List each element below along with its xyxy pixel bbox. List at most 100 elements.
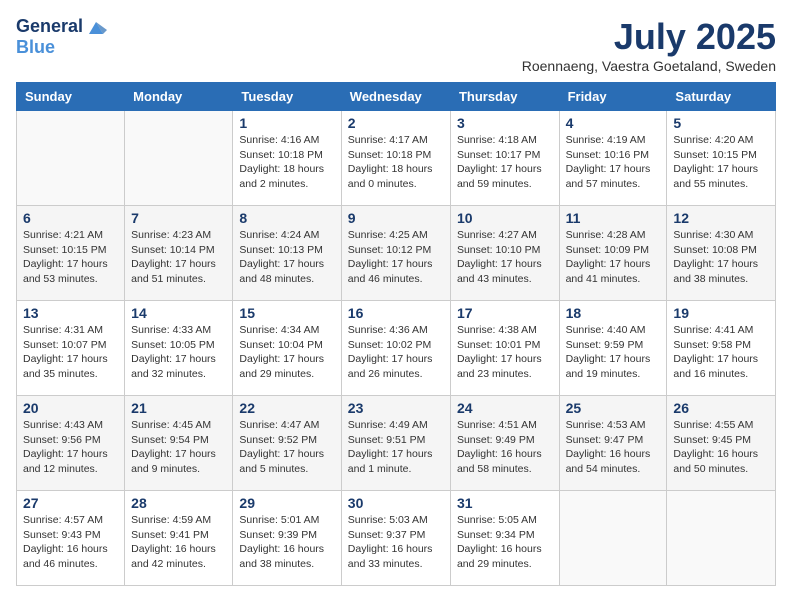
day-number: 16 bbox=[348, 305, 444, 321]
calendar-cell: 7Sunrise: 4:23 AMSunset: 10:14 PMDayligh… bbox=[125, 206, 233, 301]
calendar-cell: 14Sunrise: 4:33 AMSunset: 10:05 PMDaylig… bbox=[125, 301, 233, 396]
calendar-cell: 12 Sunrise: 4:30 AMSunset: 10:08 PMDaylig… bbox=[667, 206, 776, 301]
calendar-cell: 5Sunrise: 4:20 AMSunset: 10:15 PMDayligh… bbox=[667, 111, 776, 206]
day-info: Sunrise: 4:40 AMSunset: 9:59 PMDaylight:… bbox=[566, 323, 661, 382]
day-number: 14 bbox=[131, 305, 226, 321]
calendar-cell: 30 Sunrise: 5:03 AMSunset: 9:37 PMDayligh… bbox=[341, 491, 450, 586]
calendar-cell: 9 Sunrise: 4:25 AMSunset: 10:12 PMDayligh… bbox=[341, 206, 450, 301]
day-info: Sunrise: 4:19 AMSunset: 10:16 PMDaylight… bbox=[566, 133, 661, 192]
header-monday: Monday bbox=[125, 83, 233, 111]
calendar-cell: 28Sunrise: 4:59 AMSunset: 9:41 PMDayligh… bbox=[125, 491, 233, 586]
page-header: General Blue July 2025 Roennaeng, Vaestr… bbox=[16, 16, 776, 74]
day-info: Sunrise: 4:20 AMSunset: 10:15 PMDaylight… bbox=[673, 133, 769, 192]
logo-icon bbox=[85, 16, 107, 38]
day-info: Sunrise: 4:17 AMSunset: 10:18 PMDaylight… bbox=[348, 133, 444, 192]
calendar-week-1: 1Sunrise: 4:16 AMSunset: 10:18 PMDayligh… bbox=[17, 111, 776, 206]
day-info: Sunrise: 4:49 AMSunset: 9:51 PMDaylight:… bbox=[348, 418, 444, 477]
day-info: Sunrise: 4:47 AMSunset: 9:52 PMDaylight:… bbox=[239, 418, 334, 477]
calendar-header-row: SundayMondayTuesdayWednesdayThursdayFrid… bbox=[17, 83, 776, 111]
calendar-cell: 22Sunrise: 4:47 AMSunset: 9:52 PMDayligh… bbox=[233, 396, 341, 491]
day-info: Sunrise: 4:24 AMSunset: 10:13 PMDaylight… bbox=[239, 228, 334, 287]
calendar-week-5: 27 Sunrise: 4:57 AMSunset: 9:43 PMDayligh… bbox=[17, 491, 776, 586]
calendar-cell: 10Sunrise: 4:27 AMSunset: 10:10 PMDaylig… bbox=[450, 206, 559, 301]
calendar-cell: 21 Sunrise: 4:45 AMSunset: 9:54 PMDayligh… bbox=[125, 396, 233, 491]
header-thursday: Thursday bbox=[450, 83, 559, 111]
header-wednesday: Wednesday bbox=[341, 83, 450, 111]
calendar-cell: 25 Sunrise: 4:53 AMSunset: 9:47 PMDayligh… bbox=[559, 396, 667, 491]
day-number: 3 bbox=[457, 115, 553, 131]
day-info: Sunrise: 4:16 AMSunset: 10:18 PMDaylight… bbox=[239, 133, 334, 192]
day-info: Sunrise: 4:34 AMSunset: 10:04 PMDaylight… bbox=[239, 323, 334, 382]
calendar-cell: 3 Sunrise: 4:18 AMSunset: 10:17 PMDayligh… bbox=[450, 111, 559, 206]
calendar-week-4: 20 Sunrise: 4:43 AMSunset: 9:56 PMDayligh… bbox=[17, 396, 776, 491]
calendar-cell: 20 Sunrise: 4:43 AMSunset: 9:56 PMDayligh… bbox=[17, 396, 125, 491]
day-number: 12 bbox=[673, 210, 769, 226]
day-info: Sunrise: 4:18 AMSunset: 10:17 PMDaylight… bbox=[457, 133, 553, 192]
day-number: 8 bbox=[239, 210, 334, 226]
day-info: Sunrise: 4:53 AMSunset: 9:47 PMDaylight:… bbox=[566, 418, 661, 477]
day-number: 18 bbox=[566, 305, 661, 321]
day-number: 27 bbox=[23, 495, 118, 511]
day-number: 20 bbox=[23, 400, 118, 416]
header-tuesday: Tuesday bbox=[233, 83, 341, 111]
logo-subtext: Blue bbox=[16, 38, 107, 58]
day-info: Sunrise: 5:01 AMSunset: 9:39 PMDaylight:… bbox=[239, 513, 334, 572]
day-info: Sunrise: 5:05 AMSunset: 9:34 PMDaylight:… bbox=[457, 513, 553, 572]
day-number: 13 bbox=[23, 305, 118, 321]
day-info: Sunrise: 4:57 AMSunset: 9:43 PMDaylight:… bbox=[23, 513, 118, 572]
day-number: 11 bbox=[566, 210, 661, 226]
day-number: 30 bbox=[348, 495, 444, 511]
location: Roennaeng, Vaestra Goetaland, Sweden bbox=[522, 58, 776, 74]
day-info: Sunrise: 4:31 AMSunset: 10:07 PMDaylight… bbox=[23, 323, 118, 382]
day-number: 7 bbox=[131, 210, 226, 226]
calendar-cell: 17 Sunrise: 4:38 AMSunset: 10:01 PMDaylig… bbox=[450, 301, 559, 396]
day-info: Sunrise: 5:03 AMSunset: 9:37 PMDaylight:… bbox=[348, 513, 444, 572]
day-info: Sunrise: 4:51 AMSunset: 9:49 PMDaylight:… bbox=[457, 418, 553, 477]
logo-text: General bbox=[16, 16, 107, 38]
calendar-body: 1Sunrise: 4:16 AMSunset: 10:18 PMDayligh… bbox=[17, 111, 776, 586]
day-info: Sunrise: 4:55 AMSunset: 9:45 PMDaylight:… bbox=[673, 418, 769, 477]
calendar-cell: 23 Sunrise: 4:49 AMSunset: 9:51 PMDayligh… bbox=[341, 396, 450, 491]
calendar-week-2: 6 Sunrise: 4:21 AMSunset: 10:15 PMDayligh… bbox=[17, 206, 776, 301]
calendar-cell: 2 Sunrise: 4:17 AMSunset: 10:18 PMDayligh… bbox=[341, 111, 450, 206]
day-number: 29 bbox=[239, 495, 334, 511]
day-number: 28 bbox=[131, 495, 226, 511]
logo: General Blue bbox=[16, 16, 107, 58]
day-info: Sunrise: 4:45 AMSunset: 9:54 PMDaylight:… bbox=[131, 418, 226, 477]
day-number: 2 bbox=[348, 115, 444, 131]
day-number: 10 bbox=[457, 210, 553, 226]
header-sunday: Sunday bbox=[17, 83, 125, 111]
day-number: 6 bbox=[23, 210, 118, 226]
day-number: 9 bbox=[348, 210, 444, 226]
day-number: 24 bbox=[457, 400, 553, 416]
calendar-cell bbox=[559, 491, 667, 586]
calendar-cell: 27 Sunrise: 4:57 AMSunset: 9:43 PMDayligh… bbox=[17, 491, 125, 586]
calendar-cell: 15 Sunrise: 4:34 AMSunset: 10:04 PMDaylig… bbox=[233, 301, 341, 396]
day-number: 25 bbox=[566, 400, 661, 416]
header-friday: Friday bbox=[559, 83, 667, 111]
calendar-cell: 4 Sunrise: 4:19 AMSunset: 10:16 PMDayligh… bbox=[559, 111, 667, 206]
day-number: 23 bbox=[348, 400, 444, 416]
day-info: Sunrise: 4:38 AMSunset: 10:01 PMDaylight… bbox=[457, 323, 553, 382]
calendar-cell: 31 Sunrise: 5:05 AMSunset: 9:34 PMDayligh… bbox=[450, 491, 559, 586]
month-title: July 2025 bbox=[522, 16, 776, 58]
day-number: 4 bbox=[566, 115, 661, 131]
day-info: Sunrise: 4:30 AMSunset: 10:08 PMDaylight… bbox=[673, 228, 769, 287]
day-number: 15 bbox=[239, 305, 334, 321]
day-info: Sunrise: 4:21 AMSunset: 10:15 PMDaylight… bbox=[23, 228, 118, 287]
calendar-cell: 16 Sunrise: 4:36 AMSunset: 10:02 PMDaylig… bbox=[341, 301, 450, 396]
title-area: July 2025 Roennaeng, Vaestra Goetaland, … bbox=[522, 16, 776, 74]
calendar-cell: 26Sunrise: 4:55 AMSunset: 9:45 PMDayligh… bbox=[667, 396, 776, 491]
calendar-cell bbox=[667, 491, 776, 586]
day-number: 17 bbox=[457, 305, 553, 321]
day-info: Sunrise: 4:36 AMSunset: 10:02 PMDaylight… bbox=[348, 323, 444, 382]
day-number: 21 bbox=[131, 400, 226, 416]
day-number: 31 bbox=[457, 495, 553, 511]
day-info: Sunrise: 4:43 AMSunset: 9:56 PMDaylight:… bbox=[23, 418, 118, 477]
calendar-cell: 29 Sunrise: 5:01 AMSunset: 9:39 PMDayligh… bbox=[233, 491, 341, 586]
calendar-cell: 1Sunrise: 4:16 AMSunset: 10:18 PMDayligh… bbox=[233, 111, 341, 206]
calendar-cell: 24 Sunrise: 4:51 AMSunset: 9:49 PMDayligh… bbox=[450, 396, 559, 491]
calendar-cell: 8 Sunrise: 4:24 AMSunset: 10:13 PMDayligh… bbox=[233, 206, 341, 301]
day-info: Sunrise: 4:25 AMSunset: 10:12 PMDaylight… bbox=[348, 228, 444, 287]
day-info: Sunrise: 4:41 AMSunset: 9:58 PMDaylight:… bbox=[673, 323, 769, 382]
